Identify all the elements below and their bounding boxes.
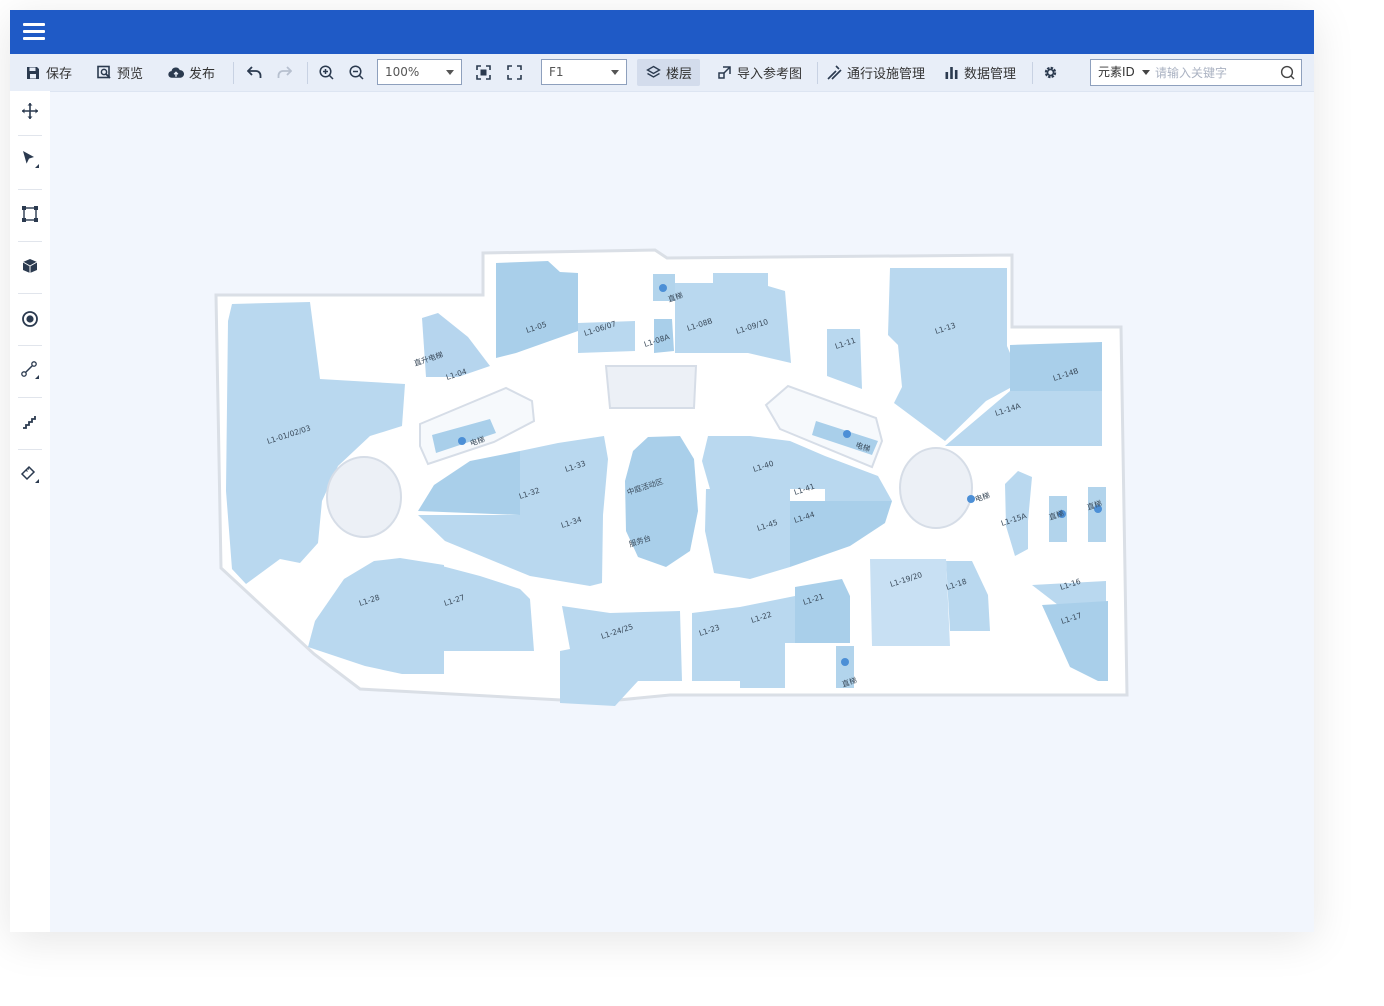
import-icon: [716, 65, 732, 81]
measure-tool[interactable]: [10, 454, 50, 494]
select-tool[interactable]: [10, 139, 50, 179]
tool-divider: [18, 241, 42, 242]
chevron-down-icon: [1142, 70, 1150, 75]
fit-view-button[interactable]: [475, 54, 491, 91]
zoom-select[interactable]: 100%: [377, 59, 462, 85]
shop-l1-14b[interactable]: [1010, 342, 1102, 394]
line-tool[interactable]: [10, 350, 50, 390]
floor-select[interactable]: F1: [541, 59, 627, 85]
map-canvas[interactable]: L1-01/02/03 L1-04 L1-05 L1-06/07 L1-08A …: [50, 91, 1314, 932]
elevator-icon: [458, 437, 466, 445]
redo-icon: [276, 65, 292, 81]
search-box: 元素ID: [1090, 59, 1302, 86]
import-reference-button[interactable]: 导入参考图: [716, 54, 802, 91]
stairs-icon: [23, 416, 36, 429]
passage-icon: [826, 65, 842, 81]
fullscreen-icon: [506, 65, 522, 81]
tool-divider: [18, 449, 42, 450]
chevron-down-icon: [611, 70, 619, 75]
tool-divider: [18, 397, 42, 398]
zoom-out-icon: [348, 65, 364, 81]
undo-button[interactable]: [246, 54, 262, 91]
move-icon: [22, 103, 38, 119]
shop-l1-1920[interactable]: [870, 559, 950, 646]
tool-divider: [18, 293, 42, 294]
atrium-void-right: [899, 447, 973, 529]
toolbar-divider: [307, 62, 308, 84]
fit-view-icon: [475, 65, 491, 81]
elevator-right-2: [1088, 487, 1106, 542]
toolbar-divider: [1032, 62, 1033, 84]
cube-icon: [22, 259, 38, 273]
preview-label: 预览: [117, 67, 144, 82]
save-button[interactable]: 保存: [25, 54, 72, 91]
point-tool[interactable]: [10, 299, 50, 339]
fullscreen-button[interactable]: [506, 54, 522, 91]
passage-management-button[interactable]: 通行设施管理: [826, 54, 925, 91]
shop-l1-21[interactable]: [795, 579, 850, 643]
preview-icon: [96, 65, 112, 81]
atrium-void-top: [604, 365, 698, 409]
tool-divider: [18, 189, 42, 190]
gear-icon: [1042, 65, 1058, 81]
chevron-down-icon: [446, 70, 454, 75]
transform-tool[interactable]: [10, 194, 50, 234]
redo-button[interactable]: [276, 54, 292, 91]
floor-value: F1: [549, 65, 564, 79]
layers-label: 楼层: [666, 67, 693, 82]
publish-label: 发布: [189, 67, 216, 82]
toolbar-divider: [233, 62, 234, 84]
toolbar: 保存 预览 发布 100% F1 楼层 导入参考图 通行设施管理 数据管理 元素…: [10, 54, 1314, 92]
menu-icon[interactable]: [23, 21, 45, 43]
zoom-in-button[interactable]: [318, 54, 334, 91]
select-arrow-icon: [23, 151, 39, 168]
editor-window: 保存 预览 发布 100% F1 楼层 导入参考图 通行设施管理 数据管理 元素…: [10, 10, 1314, 932]
zoom-value: 100%: [385, 65, 420, 79]
elevator-icon: [841, 658, 849, 666]
shop-tool[interactable]: [10, 246, 50, 286]
settings-button[interactable]: [1042, 54, 1058, 91]
atrium-void-left: [326, 456, 402, 538]
publish-button[interactable]: 发布: [168, 54, 215, 91]
move-tool[interactable]: [10, 91, 50, 131]
undo-icon: [246, 65, 262, 81]
zoom-out-button[interactable]: [348, 54, 364, 91]
top-bar: [10, 10, 1314, 54]
bar-chart-icon: [943, 65, 959, 81]
layers-button[interactable]: 楼层: [637, 59, 701, 86]
tool-divider: [18, 135, 42, 136]
shop-l1-45[interactable]: [705, 489, 790, 579]
floor-plan: L1-01/02/03 L1-04 L1-05 L1-06/07 L1-08A …: [214, 248, 1129, 706]
preview-button[interactable]: 预览: [96, 54, 143, 91]
side-toolbar: [10, 91, 50, 932]
search-type-select[interactable]: 元素ID: [1098, 60, 1135, 85]
measure-icon: [20, 465, 39, 483]
elevator-icon: [659, 284, 667, 292]
zoom-in-icon: [318, 65, 334, 81]
stairs-tool[interactable]: [10, 402, 50, 442]
search-icon[interactable]: [1280, 65, 1295, 84]
save-icon: [25, 65, 41, 81]
shop-l1-23[interactable]: [692, 607, 740, 681]
import-reference-label: 导入参考图: [737, 67, 803, 82]
line-icon: [21, 361, 39, 379]
data-management-label: 数据管理: [964, 67, 1017, 82]
data-management-button[interactable]: 数据管理: [943, 54, 1016, 91]
center-area[interactable]: [625, 436, 698, 567]
search-input[interactable]: [1155, 63, 1275, 82]
passage-management-label: 通行设施管理: [847, 67, 926, 82]
cloud-upload-icon: [168, 65, 184, 81]
save-label: 保存: [46, 67, 73, 82]
transform-icon: [22, 206, 38, 222]
toolbar-divider: [817, 62, 818, 84]
tool-divider: [18, 345, 42, 346]
point-icon: [22, 311, 38, 327]
elevator-icon: [843, 430, 851, 438]
layers-icon: [645, 65, 661, 81]
